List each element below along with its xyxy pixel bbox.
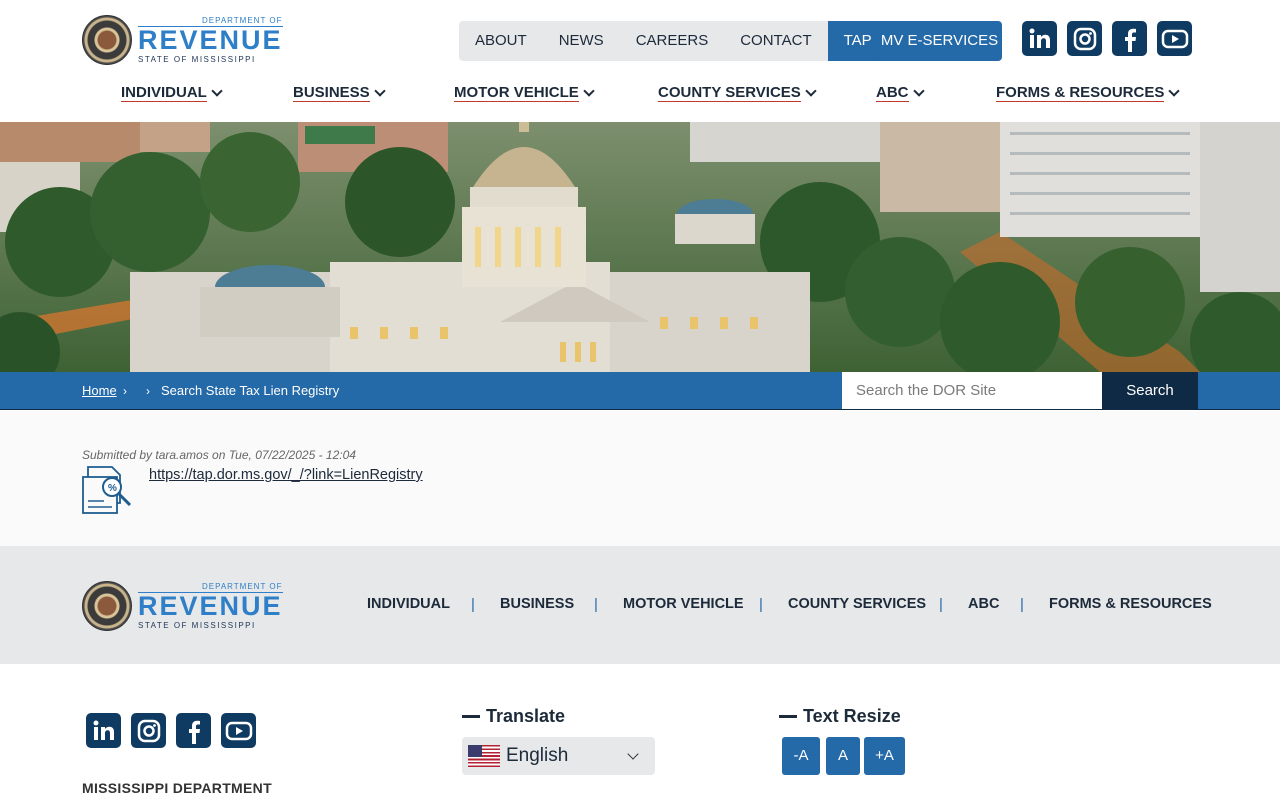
chevron-down-icon: [912, 85, 925, 97]
state-seal-icon: [82, 581, 132, 631]
footer-social-links: [86, 713, 256, 748]
facebook-icon[interactable]: [1112, 21, 1147, 56]
site-search-button[interactable]: Search: [1102, 372, 1198, 409]
linkedin-icon[interactable]: [86, 713, 121, 748]
text-resize-heading: Text Resize: [779, 706, 901, 727]
youtube-icon[interactable]: [1157, 21, 1192, 56]
breadcrumb-home[interactable]: Home: [82, 372, 117, 410]
facebook-icon[interactable]: [176, 713, 211, 748]
capitol-illustration: [0, 122, 1280, 372]
logo-bottom-text: STATE OF MISSISSIPPI: [138, 620, 256, 630]
footer-link-individual[interactable]: INDIVIDUAL: [367, 596, 450, 612]
mv-eservices-button[interactable]: MV E-SERVICES: [877, 21, 1002, 61]
site-search-input[interactable]: [842, 372, 1102, 409]
instagram-icon[interactable]: [1067, 21, 1102, 56]
chevron-down-icon: [374, 85, 386, 97]
language-label: English: [506, 745, 569, 766]
text-decrease-button[interactable]: -A: [782, 737, 820, 775]
footer-org-name: MISSISSIPPI DEPARTMENT: [82, 780, 272, 796]
logo-bottom-text: STATE OF MISSISSIPPI: [138, 54, 256, 64]
chevron-down-icon: [1168, 85, 1181, 97]
footer-link-forms-resources[interactable]: FORMS & RESOURCES: [1049, 596, 1212, 612]
breadcrumb-current: Search State Tax Lien Registry: [161, 383, 340, 398]
dor-logo[interactable]: DEPARTMENT OF REVENUE STATE OF MISSISSIP…: [82, 15, 283, 65]
header-social-links: [1022, 21, 1192, 56]
main-nav-business[interactable]: BUSINESS: [293, 84, 386, 102]
main-nav-county-services[interactable]: COUNTY SERVICES: [658, 84, 817, 102]
svg-text:%: %: [108, 483, 117, 494]
logo-main-text: REVENUE: [138, 24, 283, 55]
footer-link-county-services[interactable]: COUNTY SERVICES: [788, 596, 926, 612]
main-nav-abc[interactable]: ABC: [876, 84, 925, 102]
footer-separator: |: [594, 596, 598, 613]
footer-separator: |: [759, 596, 763, 613]
text-increase-button[interactable]: +A: [864, 737, 905, 775]
footer-separator: |: [1020, 596, 1024, 613]
linkedin-icon[interactable]: [1022, 21, 1057, 56]
state-seal-icon: [82, 15, 132, 65]
main-nav: INDIVIDUAL BUSINESS MOTOR VEHICLE COUNTY…: [0, 84, 1280, 106]
nav-news[interactable]: NEWS: [543, 21, 620, 61]
main-nav-motor-vehicle[interactable]: MOTOR VEHICLE: [454, 84, 595, 102]
submitted-meta: Submitted by tara.amos on Tue, 07/22/202…: [82, 448, 356, 462]
footer-link-motor-vehicle[interactable]: MOTOR VEHICLE: [623, 596, 744, 612]
logo-main-text: REVENUE: [138, 590, 283, 621]
footer-link-abc[interactable]: ABC: [968, 596, 999, 612]
lien-registry-link[interactable]: https://tap.dor.ms.gov/_/?link=LienRegis…: [149, 467, 423, 483]
main-content: Submitted by tara.amos on Tue, 07/22/202…: [0, 411, 1280, 546]
text-reset-button[interactable]: A: [826, 737, 860, 775]
chevron-down-icon: [805, 85, 817, 97]
translate-heading: Translate: [462, 706, 565, 727]
footer-bottom: MISSISSIPPI DEPARTMENT Translate English…: [0, 664, 1280, 800]
main-nav-forms-resources[interactable]: FORMS & RESOURCES: [996, 84, 1181, 102]
document-search-icon: %: [82, 463, 134, 520]
footer-separator: |: [471, 596, 475, 613]
nav-about[interactable]: ABOUT: [459, 21, 543, 61]
chevron-down-icon: [211, 85, 223, 97]
site-header: DEPARTMENT OF REVENUE STATE OF MISSISSIP…: [0, 0, 1280, 122]
youtube-icon[interactable]: [221, 713, 256, 748]
breadcrumb-chevron-icon: ›: [123, 384, 127, 398]
main-nav-individual[interactable]: INDIVIDUAL: [121, 84, 223, 102]
breadcrumb-chevron-icon: ›: [146, 384, 150, 398]
chevron-down-icon: [583, 85, 595, 97]
footer-nav-band: DEPARTMENT OF REVENUE STATE OF MISSISSIP…: [0, 546, 1280, 664]
instagram-icon[interactable]: [131, 713, 166, 748]
us-flag-icon: [468, 745, 500, 767]
chevron-down-icon: [627, 748, 639, 760]
breadcrumb-bar: Home › › Search State Tax Lien Registry …: [0, 372, 1280, 410]
language-select[interactable]: English: [462, 737, 655, 775]
nav-contact[interactable]: CONTACT: [724, 21, 827, 61]
utility-nav: ABOUT NEWS CAREERS CONTACT TAP: [459, 21, 888, 61]
nav-careers[interactable]: CAREERS: [620, 21, 725, 61]
footer-separator: |: [939, 596, 943, 613]
hero-image-capitol: [0, 122, 1280, 372]
footer-link-business[interactable]: BUSINESS: [500, 596, 574, 612]
footer-dor-logo[interactable]: DEPARTMENT OF REVENUE STATE OF MISSISSIP…: [82, 581, 283, 631]
